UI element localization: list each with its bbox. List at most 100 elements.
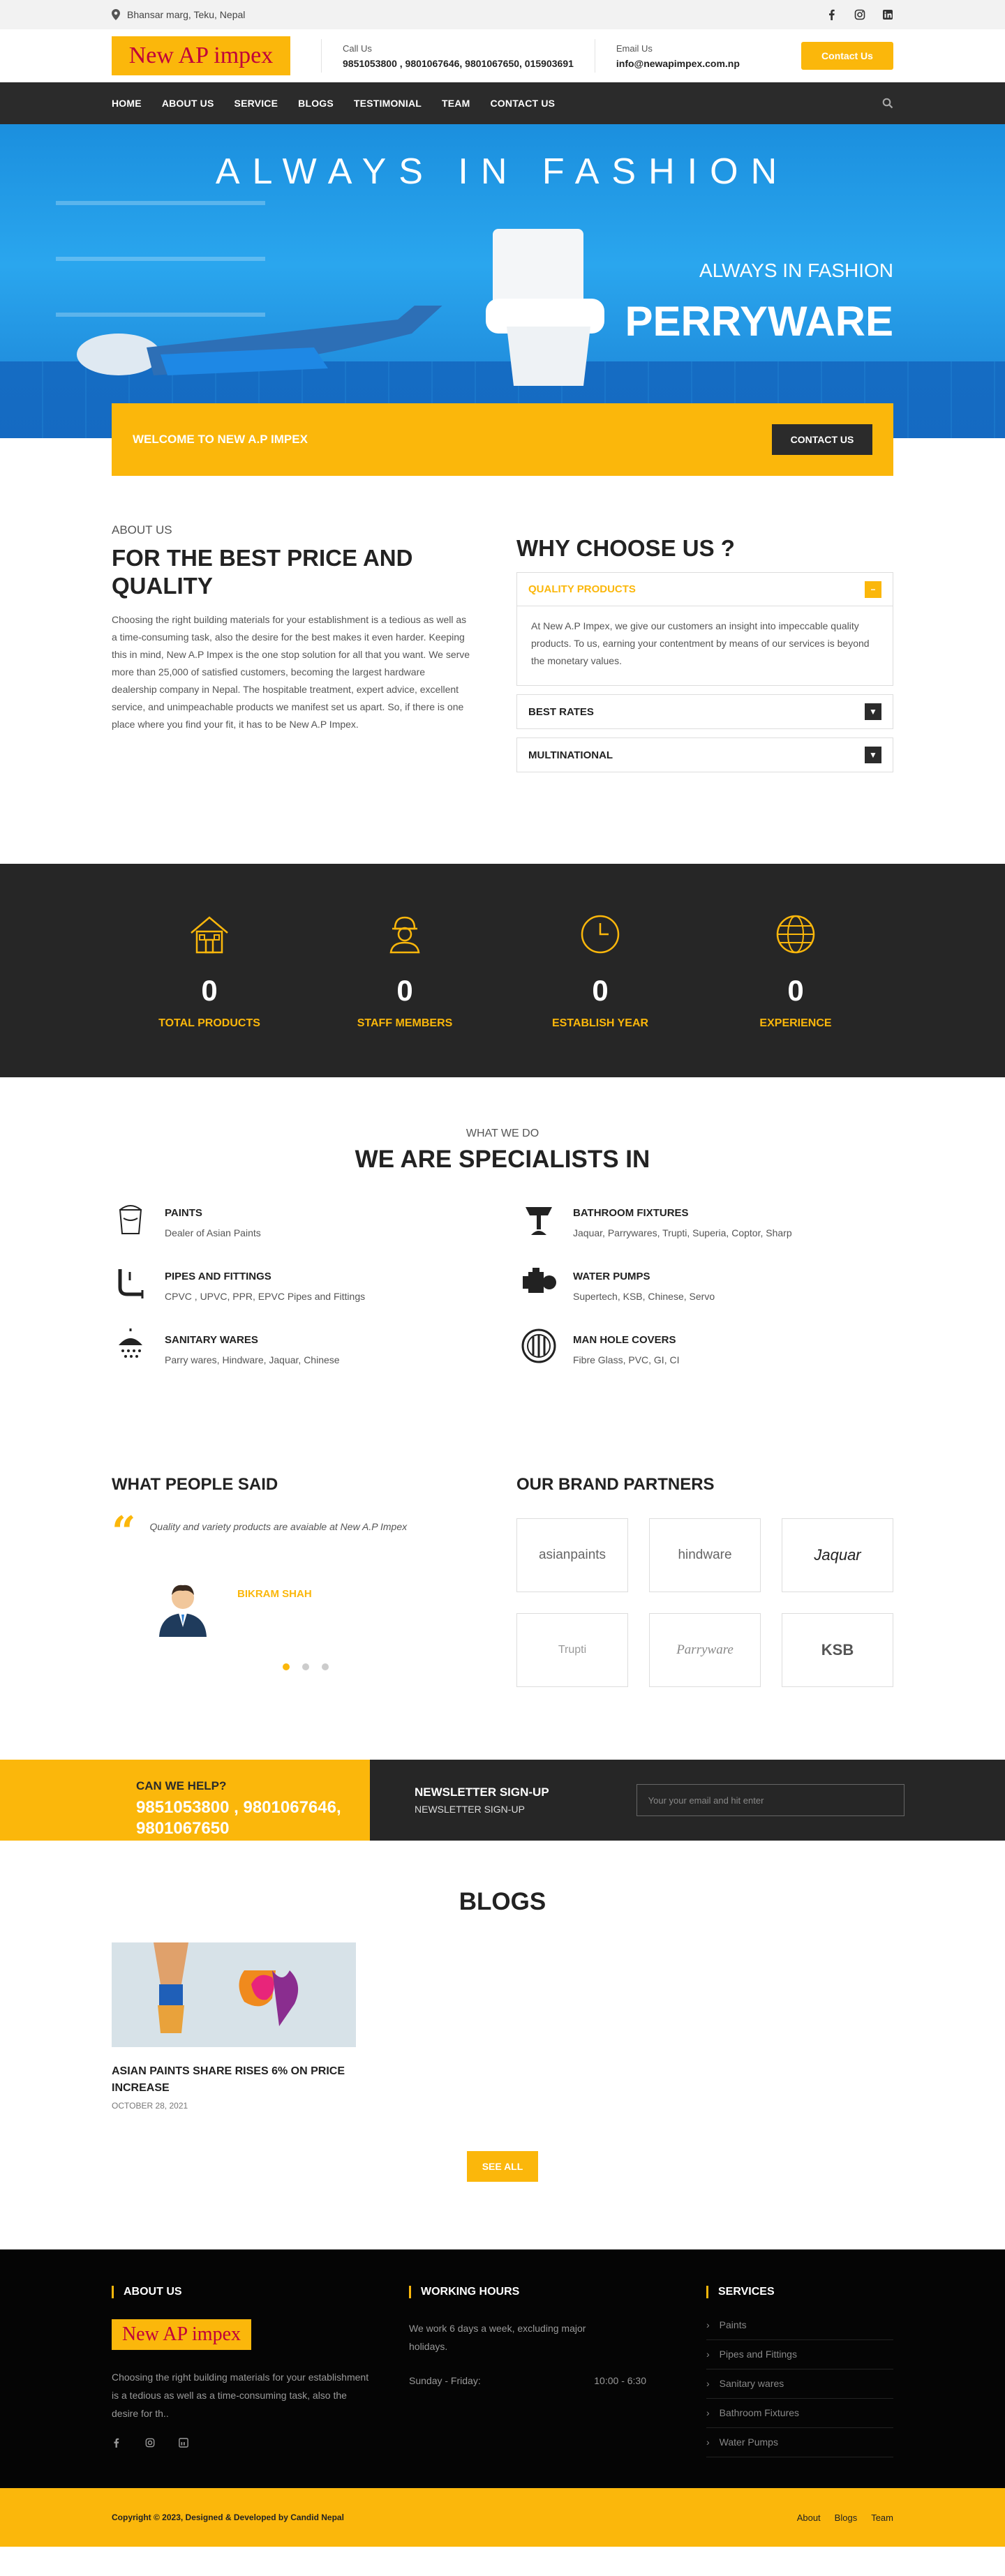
accordion-title: QUALITY PRODUCTS (528, 583, 636, 595)
brand-logo-jaquar[interactable]: Jaquar (782, 1518, 893, 1592)
footer-service-link[interactable]: › Sanitary wares (706, 2369, 893, 2399)
service-desc: Jaquar, Parrywares, Trupti, Superia, Cop… (573, 1227, 792, 1238)
footer-service-link[interactable]: › Bathroom Fixtures (706, 2399, 893, 2428)
footer-logo[interactable]: New AP impex (112, 2319, 251, 2350)
footer-working-hours: WORKING HOURS We work 6 days a week, exc… (409, 2286, 706, 2457)
collapse-icon[interactable]: − (865, 581, 881, 598)
nav-item-service[interactable]: SERVICE (234, 98, 278, 109)
carousel-dot[interactable] (302, 1663, 309, 1670)
call-block: Call Us 9851053800 , 9801067646, 9801067… (343, 43, 574, 69)
top-social-links (826, 9, 893, 20)
carousel-dot[interactable] (322, 1663, 329, 1670)
nav-item-about-us[interactable]: ABOUT US (162, 98, 214, 109)
linkedin-icon[interactable] (179, 2438, 188, 2448)
testimonial-quote: “ Quality and variety products are avaia… (112, 1508, 472, 1557)
service-desc: CPVC , UPVC, PPR, EPVC Pipes and Fitting… (165, 1291, 366, 1302)
linkedin-icon[interactable] (882, 9, 893, 20)
brand-logo-parryware[interactable]: Parryware (649, 1613, 761, 1687)
nav-item-testimonial[interactable]: TESTIMONIAL (354, 98, 422, 109)
instagram-icon[interactable] (145, 2438, 155, 2448)
help-phones: 9851053800 , 9801067646, 9801067650 (136, 1798, 341, 1838)
service-item-manhole-covers: MAN HOLE COVERS Fibre Glass, PVC, GI, CI (520, 1327, 893, 1365)
stat-staff-members: 0 STAFF MEMBERS (307, 912, 502, 1030)
service-item-bathroom-fixtures: BATHROOM FIXTURES Jaquar, Parrywares, Tru… (520, 1200, 893, 1238)
brand-logo-hindware[interactable]: hindware (649, 1518, 761, 1592)
stats-section: 0 TOTAL PRODUCTS 0 STAFF MEMBERS 0 ESTAB… (0, 864, 1005, 1077)
specialists-heading: WE ARE SPECIALISTS IN (355, 1146, 650, 1173)
facebook-icon[interactable] (112, 2438, 121, 2448)
clock-icon (581, 915, 620, 953)
expand-icon[interactable]: ▼ (865, 747, 881, 763)
contact-us-button[interactable]: Contact Us (801, 42, 893, 70)
footer-service-label: Bathroom Fixtures (719, 2407, 800, 2418)
accordion-quality-products: QUALITY PRODUCTS − At New A.P Impex, we … (516, 572, 893, 686)
stat-label: EXPERIENCE (759, 1017, 832, 1029)
welcome-contact-button[interactable]: CONTACT US (772, 424, 872, 455)
specialists-eyebrow: WHAT WE DO (466, 1128, 539, 1139)
accordion-header[interactable]: BEST RATES ▼ (517, 695, 893, 728)
blog-thumbnail[interactable] (112, 1942, 356, 2047)
hero-shelf (56, 257, 265, 261)
newsletter-title: NEWSLETTER SIGN-UP (415, 1785, 549, 1799)
service-title: MAN HOLE COVERS (573, 1334, 676, 1346)
carousel-dot[interactable] (283, 1663, 290, 1670)
about-column: ABOUT US FOR THE BEST PRICE AND QUALITY … (112, 523, 472, 781)
help-block: CAN WE HELP? 9851053800 , 9801067646, 98… (0, 1760, 370, 1841)
nav-item-home[interactable]: HOME (112, 98, 142, 109)
service-title: WATER PUMPS (573, 1271, 650, 1282)
see-all-button[interactable]: SEE ALL (467, 2151, 538, 2182)
divider (321, 39, 322, 73)
nav-item-team[interactable]: TEAM (442, 98, 470, 109)
blog-date: OCTOBER 28, 2021 (112, 2101, 188, 2111)
nav-item-blogs[interactable]: BLOGS (298, 98, 334, 109)
brand-logo-trupti[interactable]: Trupti (516, 1613, 628, 1687)
blog-card[interactable]: ASIAN PAINTS SHARE RISES 6% ON PRICE INC… (112, 1942, 356, 2111)
footer-services-list: › Paints › Pipes and Fittings › Sanitary wa… (706, 2319, 893, 2457)
worker-icon (389, 916, 420, 953)
accordion-header[interactable]: MULTINATIONAL ▼ (517, 738, 893, 772)
brand-logo-ksb[interactable]: KSB (782, 1613, 893, 1687)
footer-service-link[interactable]: › Paints (706, 2319, 893, 2340)
footer-link-blogs[interactable]: Blogs (835, 2513, 858, 2523)
footer-link-team[interactable]: Team (871, 2513, 893, 2523)
footer-link-about[interactable]: About (797, 2513, 821, 2523)
accordion-header[interactable]: QUALITY PRODUCTS − (517, 573, 893, 606)
welcome-strip: WELCOME TO NEW A.P IMPEX CONTACT US (112, 403, 893, 476)
call-numbers: 9851053800 , 9801067646, 9801067650, 015… (343, 57, 574, 69)
quote-mark-icon: “ (112, 1508, 136, 1557)
expand-icon[interactable]: ▼ (865, 703, 881, 720)
instagram-icon[interactable] (854, 9, 865, 20)
stat-experience: 0 EXPERIENCE (698, 912, 893, 1030)
accordion-best-rates: BEST RATES ▼ (516, 694, 893, 729)
main-nav: HOME ABOUT US SERVICE BLOGS TESTIMONIAL … (0, 82, 1005, 124)
about-heading: FOR THE BEST PRICE AND QUALITY (112, 545, 413, 599)
stat-label: STAFF MEMBERS (357, 1017, 453, 1029)
accordion-multinational: MULTINATIONAL ▼ (516, 737, 893, 772)
hours-day: Sunday - Friday: (409, 2375, 481, 2386)
nav-item-contact-us[interactable]: CONTACT US (490, 98, 555, 109)
hero-tagline: ALWAYS IN FASHION (215, 151, 790, 192)
footer-social-links (112, 2438, 371, 2448)
why-choose-column: WHY CHOOSE US ? QUALITY PRODUCTS − At Ne… (516, 523, 893, 781)
email-address[interactable]: info@newapimpex.com.np (616, 58, 740, 69)
footer-bottom-links: About Blogs Team (797, 2513, 893, 2523)
stat-value: 0 (592, 973, 609, 1007)
newsletter-block: NEWSLETTER SIGN-UP NEWSLETTER SIGN-UP (370, 1760, 1005, 1841)
footer-service-label: Paints (719, 2319, 747, 2330)
footer-service-link[interactable]: › Pipes and Fittings (706, 2340, 893, 2369)
chevron-right-icon: › (706, 2349, 710, 2360)
stat-value: 0 (201, 973, 218, 1007)
globe-icon (776, 915, 815, 953)
chevron-right-icon: › (706, 2319, 710, 2330)
site-logo[interactable]: New AP impex (112, 36, 290, 75)
blog-title[interactable]: ASIAN PAINTS SHARE RISES 6% ON PRICE INC… (112, 2063, 356, 2097)
welcome-section: WELCOME TO NEW A.P IMPEX CONTACT US (0, 403, 1005, 476)
search-icon[interactable] (882, 98, 893, 109)
newsletter-email-input[interactable] (636, 1784, 904, 1816)
footer-service-link[interactable]: › Water Pumps (706, 2428, 893, 2457)
stat-establish-year: 0 ESTABLISH YEAR (502, 912, 698, 1030)
facebook-icon[interactable] (826, 9, 838, 20)
brand-logo-asianpaints[interactable]: asianpaints (516, 1518, 628, 1592)
email-label: Email Us (616, 43, 653, 54)
footer-hours-heading: WORKING HOURS (409, 2286, 706, 2298)
